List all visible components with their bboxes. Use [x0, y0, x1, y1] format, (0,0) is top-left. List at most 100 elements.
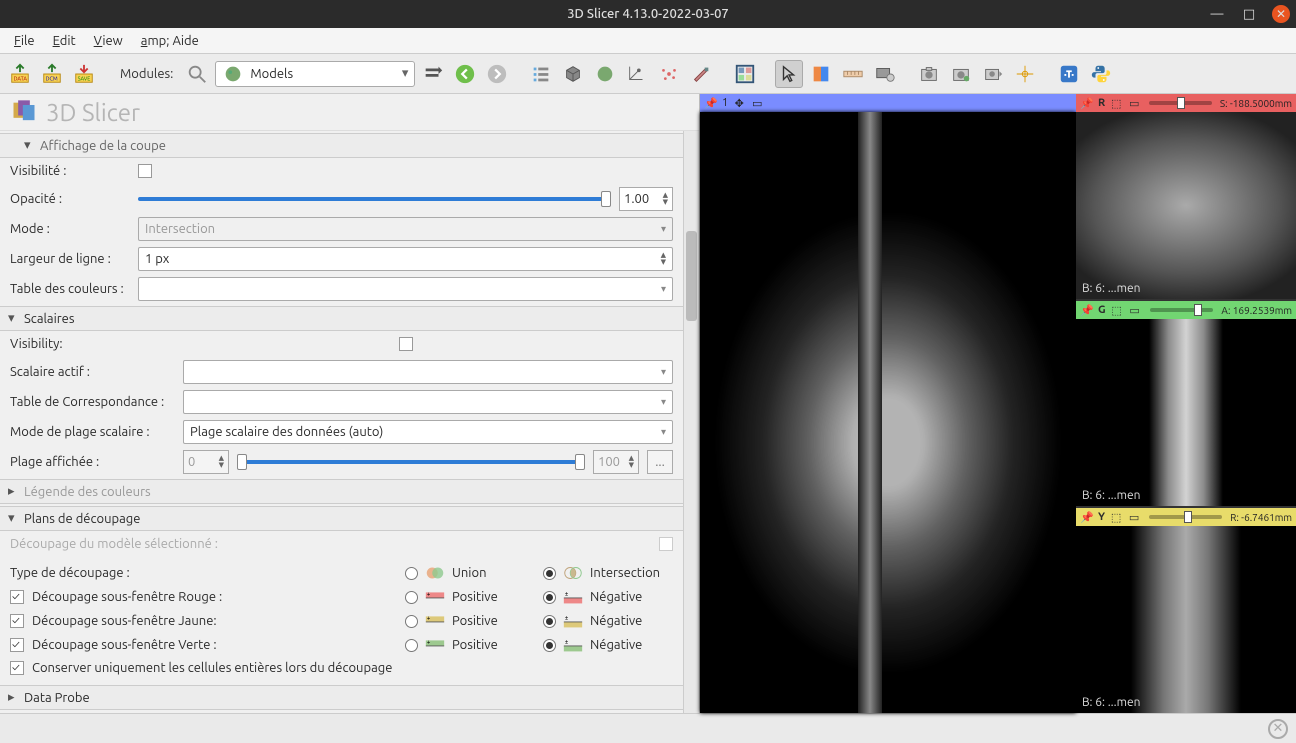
clip-selected-model-checkbox: [659, 537, 673, 551]
scene-view-menu-icon[interactable]: [979, 60, 1007, 88]
section-clipping[interactable]: ▾Plans de découpage: [0, 506, 683, 531]
clip-green-checkbox[interactable]: [10, 638, 24, 652]
range-options-button[interactable]: ...: [647, 450, 673, 474]
panel-scrollbar[interactable]: [683, 131, 699, 713]
nav-forward-icon[interactable]: [483, 60, 511, 88]
python-icon[interactable]: [1087, 60, 1115, 88]
menu-view[interactable]: View: [88, 32, 129, 50]
section-data-probe[interactable]: ▸Data Probe: [0, 685, 683, 710]
module-history-icon[interactable]: [419, 60, 447, 88]
nav-back-icon[interactable]: [451, 60, 479, 88]
red-slice-view[interactable]: 📌 R ⬚ ▭ S: -188.5000mm B: 6: ...men: [1076, 94, 1296, 299]
svg-text:DCM: DCM: [46, 76, 58, 82]
close-button[interactable]: ✕: [1272, 5, 1290, 23]
clip-intersection-radio[interactable]: [543, 567, 556, 580]
segment-editor-icon[interactable]: [687, 60, 715, 88]
svg-text:+: +: [427, 639, 431, 646]
transforms-icon[interactable]: [623, 60, 651, 88]
screenshot-settings-icon[interactable]: [871, 60, 899, 88]
green-slice-slider[interactable]: [1150, 308, 1214, 312]
clip-whole-cells-checkbox[interactable]: [10, 661, 24, 675]
menu-help[interactable]: amp; Aide: [135, 32, 205, 50]
clip-yellow-checkbox[interactable]: [10, 614, 24, 628]
titlebar: 3D Slicer 4.13.0-2022-03-07 — □ ✕: [0, 0, 1296, 28]
pin-icon[interactable]: 📌: [1080, 96, 1094, 110]
menubar: File Edit View amp; Aide: [0, 28, 1296, 54]
threeD-view[interactable]: 📌 1 ✥ ▭: [700, 94, 1076, 713]
clip-union-radio[interactable]: [405, 567, 418, 580]
clear-status-icon[interactable]: ✕: [1268, 719, 1288, 739]
window-level-icon[interactable]: [807, 60, 835, 88]
red-slice-label: B: 6: ...men: [1082, 282, 1140, 295]
clip-yellow-negative-radio[interactable]: [543, 615, 556, 628]
yellow-slice-view[interactable]: 📌 Y ⬚ ▭ R: -6.7461mm B: 6: ...men: [1076, 506, 1296, 713]
save-icon[interactable]: SAVE: [70, 60, 98, 88]
statusbar: ✕: [0, 713, 1296, 743]
center-icon[interactable]: ✥: [732, 96, 746, 110]
lut-label: Table de Correspondance :: [10, 395, 175, 409]
slice-visibility-checkbox[interactable]: [138, 164, 152, 178]
clip-selected-model-label: Découpage du modèle sélectionné :: [10, 537, 651, 551]
markups-icon[interactable]: [655, 60, 683, 88]
pin-icon[interactable]: 📌: [1080, 303, 1094, 317]
load-dicom-icon[interactable]: DCM: [38, 60, 66, 88]
clip-red-negative-radio[interactable]: [543, 591, 556, 604]
link-icon[interactable]: ⬚: [1109, 96, 1123, 110]
clip-yellow-positive-radio[interactable]: [405, 615, 418, 628]
extensions-icon[interactable]: [1055, 60, 1083, 88]
scalar-visibility-checkbox[interactable]: [399, 337, 413, 351]
module-selector[interactable]: Models ▾: [215, 61, 415, 87]
layout-icon[interactable]: [731, 60, 759, 88]
pin-icon[interactable]: 📌: [1080, 510, 1094, 524]
layout-list-icon[interactable]: [527, 60, 555, 88]
maximize-button[interactable]: □: [1240, 5, 1258, 23]
pin-icon[interactable]: 📌: [704, 96, 718, 110]
clip-green-negative-radio[interactable]: [543, 639, 556, 652]
clip-yellow-label: Découpage sous-fenêtre Jaune:: [32, 614, 397, 628]
section-color-legend[interactable]: ▸Légende des couleurs: [0, 479, 683, 504]
red-slice-slider[interactable]: [1149, 101, 1212, 105]
opacity-spinbox[interactable]: 1.00▲▼: [619, 187, 673, 211]
svg-text:DATA: DATA: [14, 76, 28, 82]
active-scalar-label: Scalaire actif :: [10, 365, 175, 379]
displayed-range-label: Plage affichée :: [10, 455, 175, 469]
yellow-slice-slider[interactable]: [1149, 515, 1222, 519]
line-width-spinbox[interactable]: 1 px▲▼: [138, 247, 673, 271]
section-scalars[interactable]: ▾Scalaires: [0, 306, 683, 331]
maximize-view-icon[interactable]: ▭: [750, 96, 764, 110]
volume-rendering-icon[interactable]: [559, 60, 587, 88]
mode-combo[interactable]: Intersection▾: [138, 217, 673, 241]
clip-green-positive-radio[interactable]: [405, 639, 418, 652]
crosshair-icon[interactable]: [1011, 60, 1039, 88]
module-search-icon[interactable]: [183, 60, 211, 88]
range-max-spinbox: 100▲▼: [593, 450, 639, 474]
menu-file[interactable]: File: [8, 32, 41, 50]
clip-red-label: Découpage sous-fenêtre Rouge :: [32, 590, 397, 604]
active-scalar-combo[interactable]: ▾: [183, 360, 673, 384]
clip-red-checkbox[interactable]: [10, 590, 24, 604]
svg-text:±: ±: [565, 591, 569, 598]
models-icon[interactable]: [591, 60, 619, 88]
capture-icon[interactable]: [915, 60, 943, 88]
maximize-view-icon[interactable]: ▭: [1127, 510, 1141, 524]
menu-edit[interactable]: Edit: [47, 32, 82, 50]
section-slice-display[interactable]: ▾Affichage de la coupe: [0, 133, 683, 158]
load-data-icon[interactable]: DATA: [6, 60, 34, 88]
opacity-slider[interactable]: [138, 197, 611, 201]
threeD-render-area[interactable]: [700, 112, 1076, 713]
green-slice-view[interactable]: 📌 G ⬚ ▭ A: 169.2539mm B: 6: ...men: [1076, 299, 1296, 506]
range-mode-label: Mode de plage scalaire :: [10, 425, 175, 439]
link-icon[interactable]: ⬚: [1110, 303, 1124, 317]
maximize-view-icon[interactable]: ▭: [1128, 303, 1142, 317]
link-icon[interactable]: ⬚: [1109, 510, 1123, 524]
range-slider[interactable]: [237, 460, 585, 464]
cursor-icon[interactable]: [775, 60, 803, 88]
ruler-icon[interactable]: [839, 60, 867, 88]
scene-view-icon[interactable]: [947, 60, 975, 88]
color-table-combo[interactable]: ▾: [138, 277, 673, 301]
maximize-view-icon[interactable]: ▭: [1127, 96, 1141, 110]
clip-red-positive-radio[interactable]: [405, 591, 418, 604]
range-mode-combo[interactable]: Plage scalaire des données (auto)▾: [183, 420, 673, 444]
lut-combo[interactable]: ▾: [183, 390, 673, 414]
minimize-button[interactable]: —: [1208, 5, 1226, 23]
